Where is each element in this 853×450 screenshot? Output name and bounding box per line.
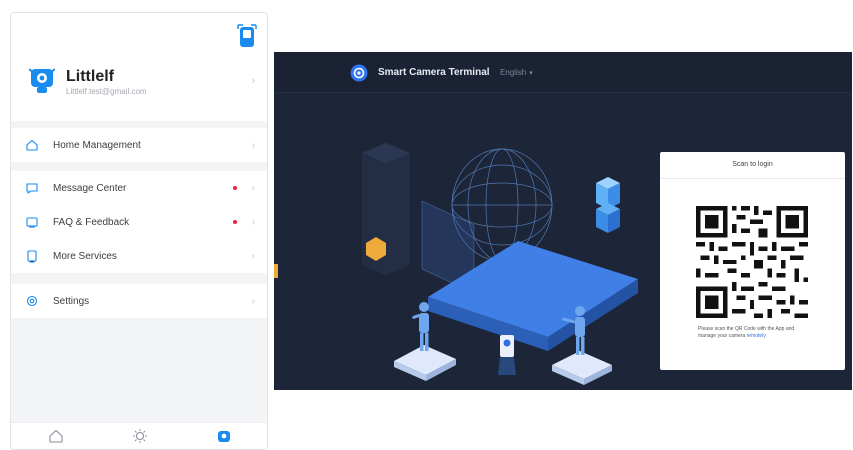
card-header: Scan to login <box>660 152 845 179</box>
bottom-tab-bar <box>11 422 267 449</box>
avatar[interactable] <box>29 65 55 95</box>
menu-item-more-services[interactable]: More Services › <box>11 239 267 273</box>
menu-group-settings: Settings › <box>11 284 267 318</box>
hint-link[interactable]: remotely <box>747 333 766 339</box>
logo-icon <box>350 64 368 82</box>
qr-code <box>696 206 808 318</box>
smart-tab-icon[interactable] <box>131 427 149 445</box>
profile-header[interactable]: Littlelf Littlelf.test@gmail.com › <box>11 13 267 121</box>
scan-icon[interactable] <box>235 21 259 51</box>
chevron-right-icon: › <box>251 139 255 151</box>
chevron-right-icon: › <box>251 182 255 194</box>
mobile-app-screen: Littlelf Littlelf.test@gmail.com › Home … <box>10 12 268 450</box>
menu-item-home-management[interactable]: Home Management › <box>11 128 267 162</box>
chevron-right-icon: › <box>251 295 255 307</box>
unread-dot <box>233 220 237 224</box>
unread-dot <box>233 186 237 190</box>
language-value: English <box>500 68 527 77</box>
message-icon <box>26 183 38 195</box>
site-title: Smart Camera Terminal <box>378 67 490 78</box>
menu-item-label: Message Center <box>53 182 127 194</box>
menu-item-label: Settings <box>53 295 90 307</box>
chevron-down-icon: ▾ <box>529 70 533 77</box>
menu-group-home: Home Management › <box>11 128 267 162</box>
me-tab-icon[interactable] <box>215 427 233 445</box>
card-title: Scan to login <box>732 161 773 168</box>
services-icon <box>27 250 37 263</box>
qr-login-card: Scan to login Please scan the QR Code wi… <box>660 152 845 370</box>
menu-item-label: Home Management <box>53 139 141 151</box>
menu-item-faq-feedback[interactable]: FAQ & Feedback › <box>11 205 267 239</box>
user-email: Littlelf.test@gmail.com <box>66 87 147 96</box>
home-tab-icon[interactable] <box>47 427 65 445</box>
chevron-right-icon: › <box>251 250 255 262</box>
menu-item-message-center[interactable]: Message Center › <box>11 171 267 205</box>
faq-icon <box>26 217 38 228</box>
chevron-right-icon: › <box>251 75 255 87</box>
user-name: Littlelf <box>66 68 114 85</box>
web-terminal-screen: Smart Camera Terminal English ▾ Scan to … <box>274 52 852 390</box>
chevron-right-icon: › <box>251 216 255 228</box>
menu-item-settings[interactable]: Settings › <box>11 284 267 318</box>
home-icon <box>26 139 38 151</box>
top-bar: Smart Camera Terminal English ▾ <box>274 52 852 93</box>
menu-item-label: More Services <box>53 250 117 262</box>
language-select[interactable]: English ▾ <box>500 68 533 77</box>
menu-item-label: FAQ & Feedback <box>53 216 130 228</box>
card-hint: Please scan the QR Code with the App and… <box>698 326 810 340</box>
menu-group-support: Message Center › FAQ & Feedback › More S… <box>11 171 267 273</box>
settings-icon <box>26 295 38 307</box>
